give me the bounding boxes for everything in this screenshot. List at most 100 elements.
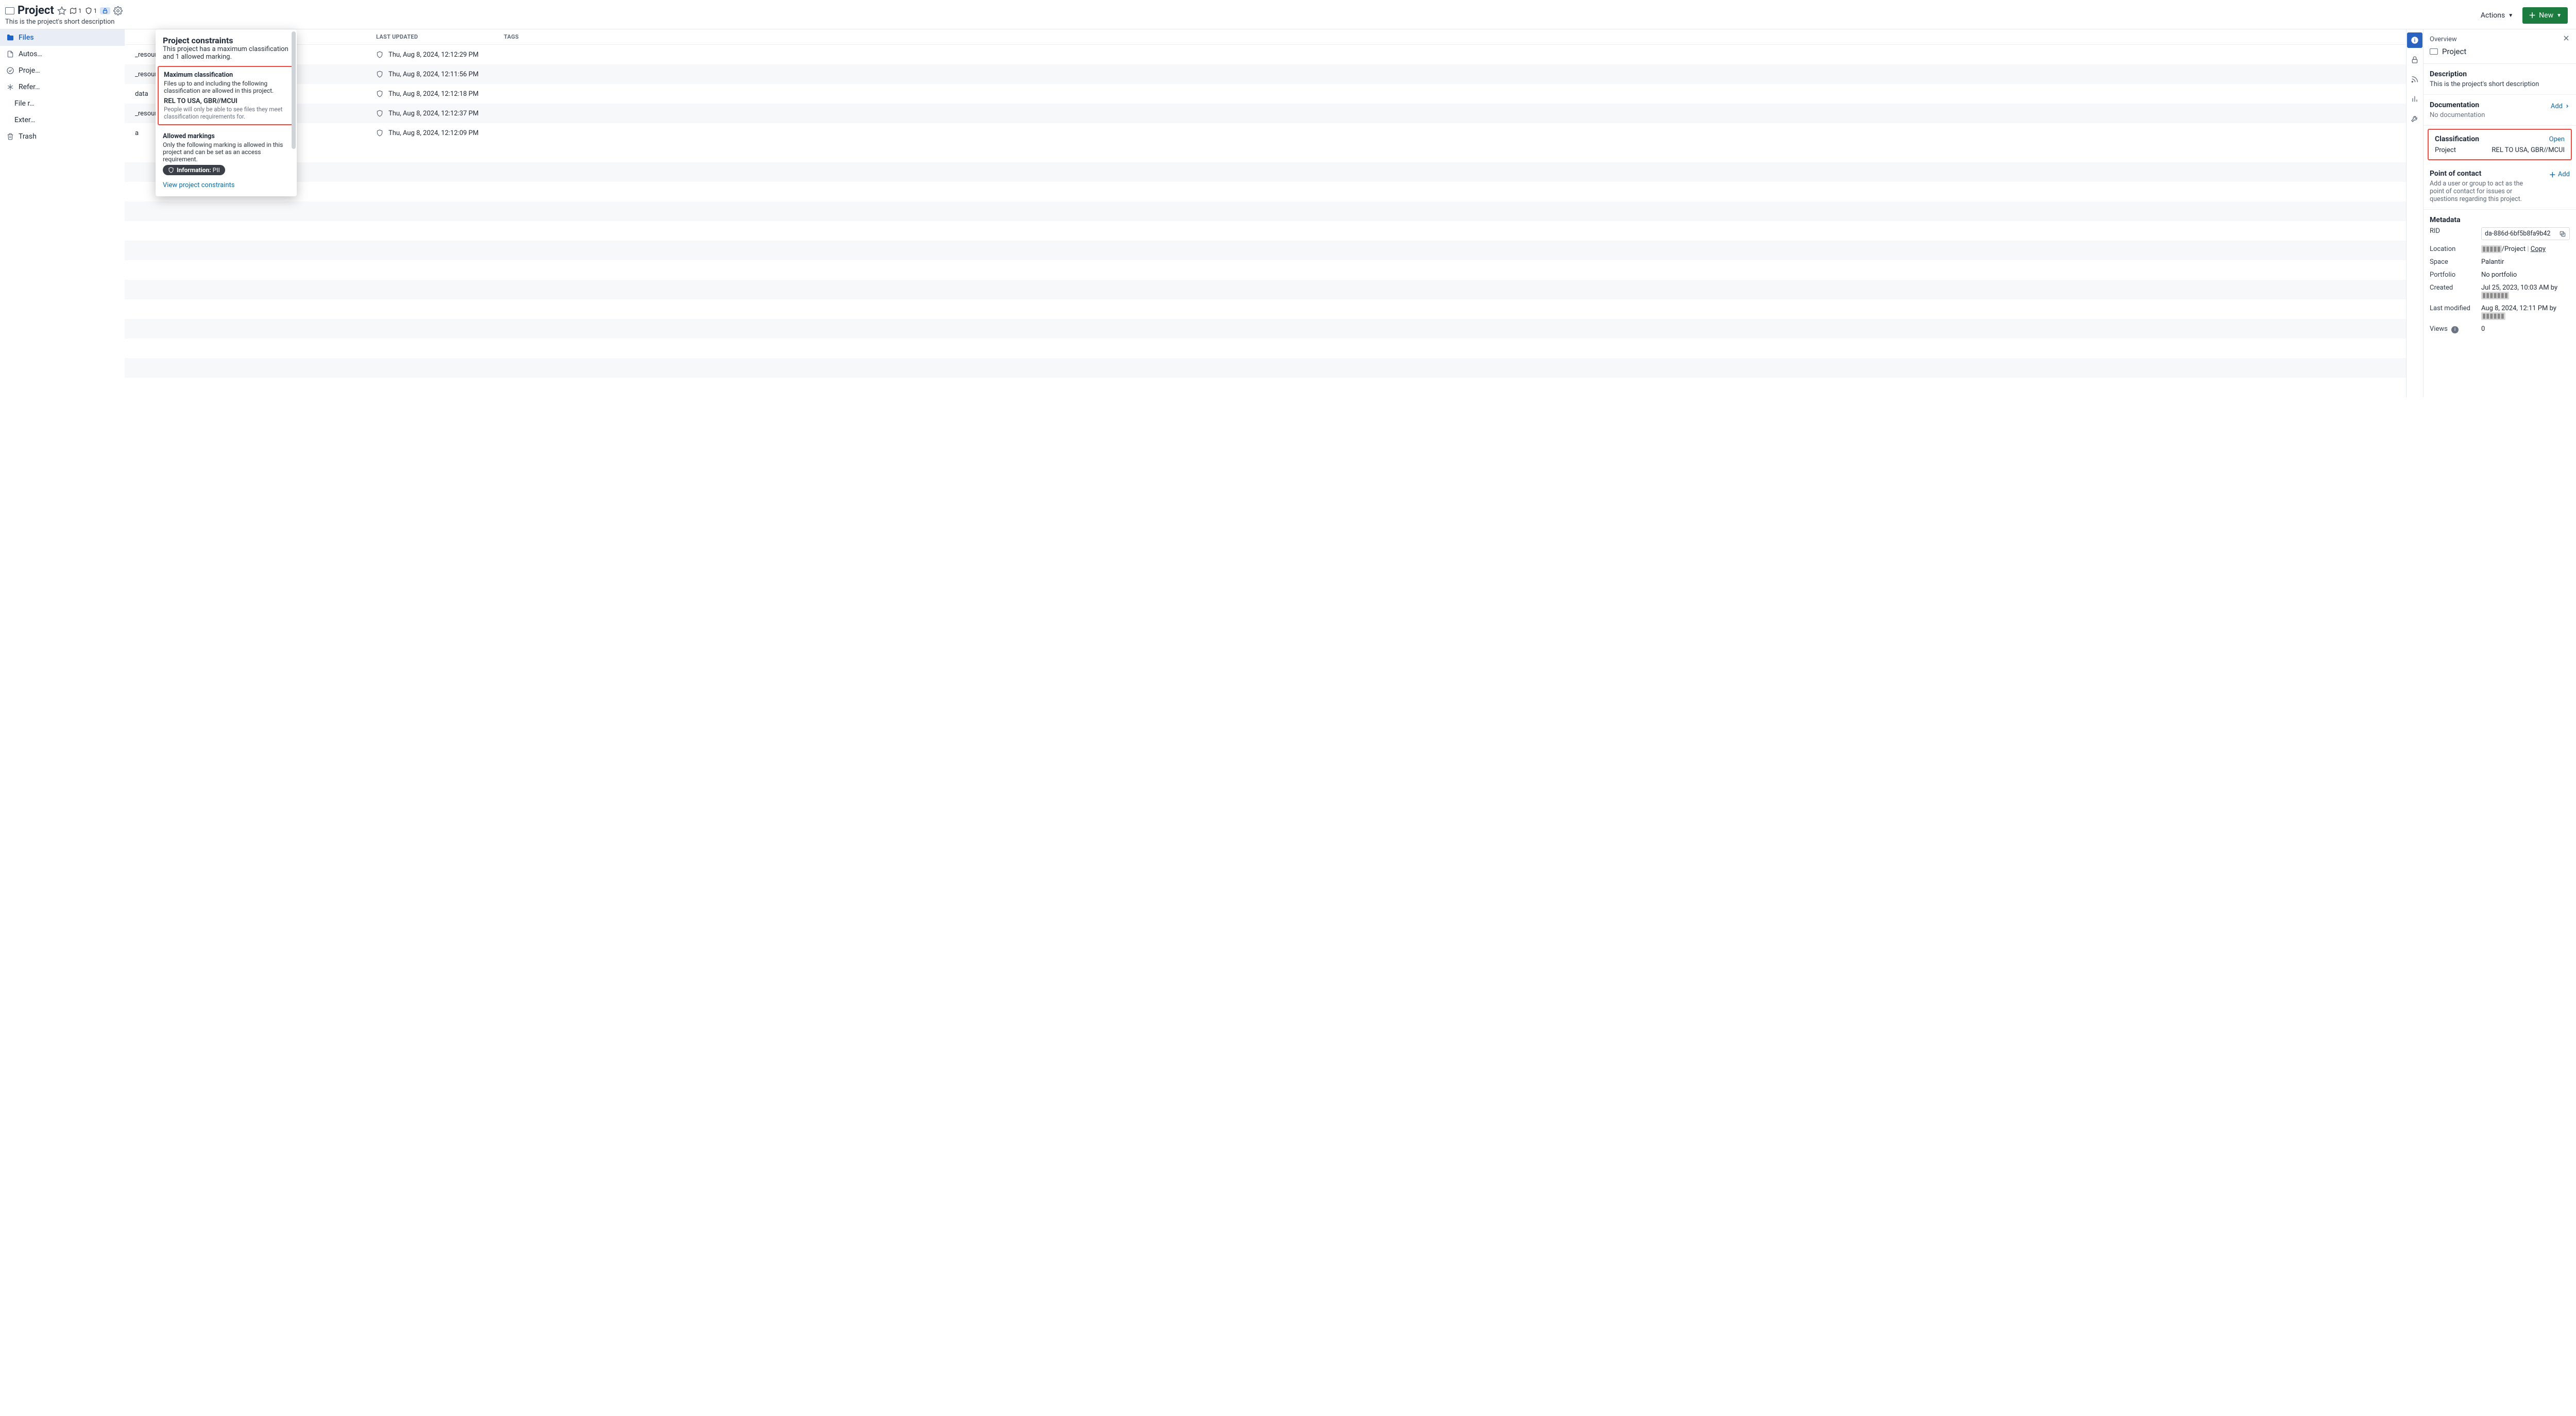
sidebar-item-files[interactable]: Files bbox=[0, 29, 125, 46]
checkbadge-icon bbox=[6, 66, 14, 75]
close-icon[interactable] bbox=[2563, 35, 2570, 44]
view-constraints-link[interactable]: View project constraints bbox=[163, 181, 235, 189]
documentation-add-link[interactable]: Add bbox=[2551, 103, 2570, 110]
rail-chart-button[interactable] bbox=[2407, 91, 2422, 107]
views-value: 0 bbox=[2481, 325, 2570, 333]
add-label: Add bbox=[2551, 103, 2563, 110]
table-row[interactable]: data Thu, Aug 8, 2024, 12:12:18 PM bbox=[125, 84, 2406, 104]
empty-row bbox=[125, 299, 2406, 319]
shield-icon bbox=[376, 129, 383, 137]
overview-label: Overview bbox=[2430, 36, 2457, 43]
file-updated: Thu, Aug 8, 2024, 12:11:56 PM bbox=[388, 71, 479, 78]
modified-label: Last modified bbox=[2430, 305, 2481, 320]
empty-row bbox=[125, 280, 2406, 299]
empty-row bbox=[125, 260, 2406, 280]
rid-box[interactable]: da-886d-6bf5b8fa9b42 bbox=[2481, 227, 2570, 240]
page-title: Project bbox=[18, 4, 54, 17]
sidebar-item-label: Proje… bbox=[19, 66, 40, 75]
description-text: This is the project's short description bbox=[2430, 80, 2570, 88]
file-name: a bbox=[135, 129, 139, 137]
max-classification-section: Maximum classification Files up to and i… bbox=[158, 66, 295, 125]
marking-value: PII bbox=[213, 166, 220, 174]
table-row[interactable]: a Thu, Aug 8, 2024, 12:12:09 PM bbox=[125, 123, 2406, 143]
empty-row bbox=[125, 378, 2406, 397]
rail-lock-button[interactable] bbox=[2407, 52, 2422, 68]
gear-icon[interactable] bbox=[113, 6, 123, 15]
trash-icon bbox=[6, 132, 14, 141]
add-label: Add bbox=[2558, 171, 2570, 178]
poc-add-link[interactable]: ＋ Add bbox=[2549, 170, 2570, 179]
space-value: Palantir bbox=[2481, 258, 2570, 266]
sidebar-item-label: File r… bbox=[14, 99, 35, 108]
location-tail: /Project bbox=[2502, 245, 2526, 253]
rail-wrench-button[interactable] bbox=[2407, 111, 2422, 126]
info-icon[interactable]: i bbox=[2451, 326, 2459, 333]
location-copy-link[interactable]: Copy bbox=[2531, 245, 2546, 253]
lock-pill[interactable] bbox=[100, 7, 110, 14]
sidebar-item-exter[interactable]: Exter… bbox=[0, 112, 125, 128]
actions-label: Actions bbox=[2481, 11, 2505, 20]
shield-icon bbox=[376, 51, 383, 58]
location-redacted: ▮▮▮▮▮ bbox=[2481, 245, 2502, 253]
modified-by-redacted: ▮▮▮▮▮▮ bbox=[2481, 312, 2505, 320]
shield-icon bbox=[376, 71, 383, 78]
empty-row bbox=[125, 201, 2406, 221]
portfolio-value: No portfolio bbox=[2481, 271, 2570, 279]
sidebar-item-autos[interactable]: Autos… bbox=[0, 46, 125, 62]
file-updated: Thu, Aug 8, 2024, 12:12:18 PM bbox=[388, 90, 479, 98]
empty-row bbox=[125, 182, 2406, 201]
sidebar: Files Autos… Proje… Refer… File r… Exter… bbox=[0, 29, 125, 397]
caret-down-icon: ▼ bbox=[2556, 13, 2562, 19]
poc-title: Point of contact bbox=[2430, 170, 2549, 178]
table-row[interactable]: _resource.jpgThu, Aug 8, 2024, 12:11:56 … bbox=[125, 64, 2406, 84]
empty-row bbox=[125, 319, 2406, 339]
rid-value: da-886d-6bf5b8fa9b42 bbox=[2485, 230, 2556, 238]
shield-count: 1 bbox=[94, 7, 97, 14]
file-name: data bbox=[135, 90, 148, 98]
sidebar-item-label: Exter… bbox=[14, 116, 35, 124]
popover-title: Project constraints bbox=[163, 36, 290, 45]
created-value: Jul 25, 2023, 10:03 AM by bbox=[2481, 284, 2557, 292]
max-classification-note: Files up to and including the following … bbox=[164, 80, 289, 94]
sidebar-item-label: Autos… bbox=[19, 50, 42, 58]
empty-row bbox=[125, 358, 2406, 378]
sidebar-item-proje[interactable]: Proje… bbox=[0, 62, 125, 79]
classification-value: REL TO USA, GBR//MCUI bbox=[2492, 146, 2565, 154]
actions-dropdown[interactable]: Actions ▼ bbox=[2477, 8, 2517, 23]
shield-icon bbox=[376, 90, 383, 97]
description-title: Description bbox=[2430, 70, 2570, 78]
file-updated: Thu, Aug 8, 2024, 12:12:09 PM bbox=[388, 129, 479, 137]
map-count-pill[interactable]: 1 bbox=[70, 7, 82, 14]
new-label: New bbox=[2539, 11, 2553, 20]
rail-info-button[interactable]: i bbox=[2407, 32, 2422, 48]
table-row[interactable]: _resourceThu, Aug 8, 2024, 12:12:29 PM bbox=[125, 45, 2406, 64]
new-button[interactable]: ＋ New ▼ bbox=[2522, 7, 2568, 24]
modified-value: Aug 8, 2024, 12:11 PM by bbox=[2481, 305, 2556, 312]
table-row[interactable]: _resourceThu, Aug 8, 2024, 12:12:37 PM bbox=[125, 104, 2406, 123]
popover-scrollbar[interactable] bbox=[292, 31, 296, 181]
sidebar-item-file-r[interactable]: File r… bbox=[0, 95, 125, 112]
max-classification-hint: People will only be able to see files th… bbox=[164, 106, 289, 120]
classification-open-link[interactable]: Open bbox=[2549, 136, 2565, 143]
page-subtitle: This is the project's short description bbox=[5, 18, 123, 26]
views-label: Views i bbox=[2430, 325, 2481, 333]
file-updated: Thu, Aug 8, 2024, 12:12:29 PM bbox=[388, 51, 479, 59]
empty-row bbox=[125, 162, 2406, 182]
rail-rss-button[interactable] bbox=[2407, 72, 2422, 87]
shield-count-pill[interactable]: 1 bbox=[85, 7, 97, 14]
sidebar-item-refer[interactable]: Refer… bbox=[0, 79, 125, 95]
plus-icon: ＋ bbox=[2549, 170, 2556, 179]
column-header-tags[interactable]: TAGS bbox=[504, 33, 2406, 40]
column-header-updated[interactable]: LAST UPDATED bbox=[376, 33, 504, 40]
project-icon bbox=[5, 7, 14, 14]
right-rail: i bbox=[2406, 29, 2424, 397]
popover-description: This project has a maximum classificatio… bbox=[163, 45, 290, 61]
space-label: Space bbox=[2430, 258, 2481, 266]
asterisk-icon bbox=[6, 83, 14, 91]
copy-icon[interactable] bbox=[2559, 230, 2566, 238]
empty-row bbox=[125, 221, 2406, 241]
star-icon[interactable] bbox=[57, 6, 66, 15]
marking-pill[interactable]: Information: PII bbox=[163, 165, 225, 175]
location-label: Location bbox=[2430, 245, 2481, 253]
sidebar-item-trash[interactable]: Trash bbox=[0, 128, 125, 145]
